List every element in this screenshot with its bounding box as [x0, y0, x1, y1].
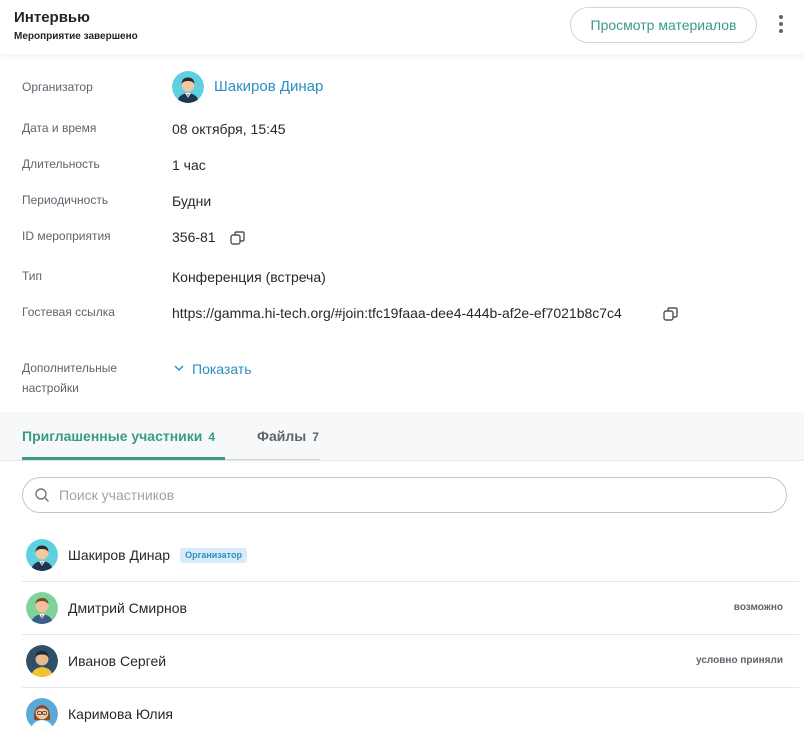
participant-row[interactable]: Шакиров Динар Организатор [22, 529, 799, 582]
avatar [26, 539, 58, 571]
search-icon [34, 487, 50, 503]
participant-name: Иванов Сергей [68, 653, 167, 669]
tabs-bar: Приглашенные участники 4 Файлы 7 [0, 412, 804, 461]
tab-invited-participants[interactable]: Приглашенные участники 4 [22, 426, 215, 447]
tab-divider [225, 459, 320, 460]
participant-status: условно приняли [696, 655, 783, 666]
organizer-label: Организатор [22, 80, 93, 94]
organizer-avatar[interactable] [172, 71, 204, 103]
participant-row[interactable]: Дмитрий Смирнов возможно [22, 582, 799, 635]
participant-name: Дмитрий Смирнов [68, 600, 187, 616]
tab-files[interactable]: Файлы 7 [257, 426, 319, 447]
event-header: Интервью Мероприятие завершено Просмотр … [0, 0, 804, 54]
participant-row[interactable]: Иванов Сергей условно приняли [22, 635, 799, 688]
tab-count: 4 [208, 430, 216, 444]
page-title: Интервью [14, 9, 90, 26]
duration-value: 1 час [172, 157, 206, 173]
type-label: Тип [22, 269, 43, 283]
copy-icon[interactable] [662, 305, 680, 323]
tab-count: 7 [312, 430, 319, 444]
recurrence-value: Будни [172, 193, 212, 209]
participant-status: возможно [733, 602, 783, 613]
event-status: Мероприятие завершено [14, 31, 138, 42]
participant-name: Каримова Юлия [68, 706, 173, 722]
participant-search [22, 477, 787, 513]
more-vertical-icon[interactable] [772, 13, 790, 39]
guest-link-value: https://gamma.hi-tech.org/#join:tfc19faa… [172, 305, 622, 321]
event-id-value: 356-81 [172, 229, 216, 245]
organizer-badge: Организатор [180, 548, 247, 563]
chevron-down-icon [172, 360, 188, 374]
event-id-label: ID мероприятия [22, 229, 111, 243]
copy-icon[interactable] [229, 229, 247, 247]
datetime-value: 08 октября, 15:45 [172, 121, 286, 137]
avatar [26, 592, 58, 624]
participant-name: Шакиров Динар Организатор [68, 545, 247, 565]
organizer-name-link[interactable]: Шакиров Динар [214, 77, 323, 97]
active-tab-indicator [22, 457, 225, 460]
extra-settings-label: Дополнительные настройки [22, 361, 117, 395]
participant-row[interactable]: Каримова Юлия [22, 688, 799, 741]
datetime-label: Дата и время [22, 121, 97, 135]
type-value: Конференция (встреча) [172, 269, 326, 285]
avatar [26, 698, 58, 730]
search-input[interactable] [59, 478, 774, 512]
show-extra-settings-link[interactable]: Показать [172, 359, 252, 379]
guest-link-label: Гостевая ссылка [22, 305, 115, 319]
recurrence-label: Периодичность [22, 193, 109, 207]
view-materials-button[interactable]: Просмотр материалов [570, 7, 757, 43]
duration-label: Длительность [22, 157, 100, 171]
avatar [26, 645, 58, 677]
